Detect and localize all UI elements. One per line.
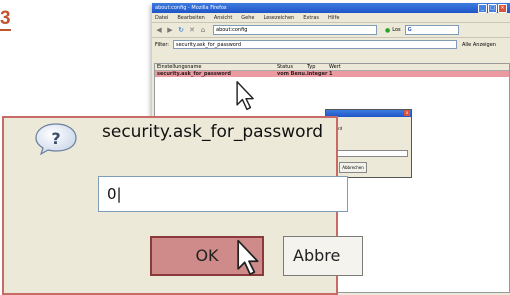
filter-value: security.ask_for_password (175, 41, 242, 48)
filter-input[interactable]: security.ask_for_password (172, 40, 457, 49)
go-label[interactable]: Los (392, 27, 400, 33)
window-title: about:config - Mozilla Firefox (155, 5, 227, 11)
row-value: 1 (329, 71, 333, 77)
table-header: Einstellungsname Status Typ Wert (155, 64, 509, 71)
column-header-name[interactable]: Einstellungsname (155, 64, 277, 70)
column-header-type[interactable]: Typ (307, 64, 329, 70)
password-prompt-dialog: ? security.ask_for_password 0| OK Abbre (2, 116, 363, 295)
text-caret: | (116, 185, 122, 203)
menu-ansicht[interactable]: Ansicht (214, 15, 232, 21)
close-icon[interactable]: x (404, 110, 410, 116)
search-engine-icon: G (407, 27, 412, 33)
menu-gehe[interactable]: Gehe (241, 15, 254, 21)
column-header-value[interactable]: Wert (329, 64, 409, 70)
mouse-cursor-icon (236, 238, 262, 278)
go-icon[interactable]: ● (385, 27, 390, 34)
menu-lesezeichen[interactable]: Lesezeichen (264, 15, 295, 21)
background-dialog-input[interactable] (336, 150, 408, 157)
url-bar[interactable]: about:config (213, 25, 377, 35)
stop-icon[interactable]: ✕ (188, 26, 196, 34)
title-bar: about:config - Mozilla Firefox _ □ × (152, 3, 510, 13)
cancel-button[interactable]: Abbre (283, 236, 363, 276)
url-text: about:config (216, 27, 248, 33)
column-header-status[interactable]: Status (277, 64, 307, 70)
step-number: 3 (0, 8, 11, 31)
menu-bar: Datei Bearbeiten Ansicht Gehe Lesezeiche… (152, 13, 510, 23)
search-field[interactable]: G (404, 25, 459, 35)
prompt-label: security.ask_for_password (102, 122, 324, 142)
table-row[interactable]: security.ask_for_password vom Benu... in… (155, 71, 509, 77)
mouse-cursor-icon (234, 80, 258, 112)
navigation-toolbar: ◀ ▶ ↻ ✕ ⌂ about:config ● Los G (152, 23, 510, 38)
row-status: vom Benu... (277, 71, 311, 77)
input-value: 0 (107, 185, 117, 203)
forward-icon[interactable]: ▶ (166, 26, 174, 34)
reload-icon[interactable]: ↻ (177, 26, 185, 34)
menu-datei[interactable]: Datei (155, 15, 168, 21)
filter-bar: Filter: security.ask_for_password Alle A… (152, 38, 510, 51)
background-dialog-text: rd (338, 126, 343, 131)
menu-extras[interactable]: Extras (303, 15, 319, 21)
background-prompt-dialog: x rd Abbrechen (325, 109, 412, 178)
value-input[interactable]: 0| (98, 176, 348, 212)
background-dialog-titlebar (326, 110, 411, 117)
svg-text:?: ? (51, 129, 60, 148)
row-name: security.ask_for_password (157, 71, 231, 77)
back-icon[interactable]: ◀ (155, 26, 163, 34)
minimize-button[interactable]: _ (478, 3, 487, 13)
row-type: integer (307, 71, 328, 77)
home-icon[interactable]: ⌂ (199, 26, 207, 34)
menu-hilfe[interactable]: Hilfe (328, 15, 339, 21)
show-all-button[interactable]: Alle Anzeigen (462, 42, 496, 48)
menu-bearbeiten[interactable]: Bearbeiten (177, 15, 204, 21)
maximize-button[interactable]: □ (488, 3, 497, 13)
filter-label: Filter: (155, 41, 169, 48)
background-cancel-button[interactable]: Abbrechen (339, 162, 367, 173)
close-button[interactable]: × (498, 3, 507, 13)
question-icon: ? (34, 122, 78, 156)
